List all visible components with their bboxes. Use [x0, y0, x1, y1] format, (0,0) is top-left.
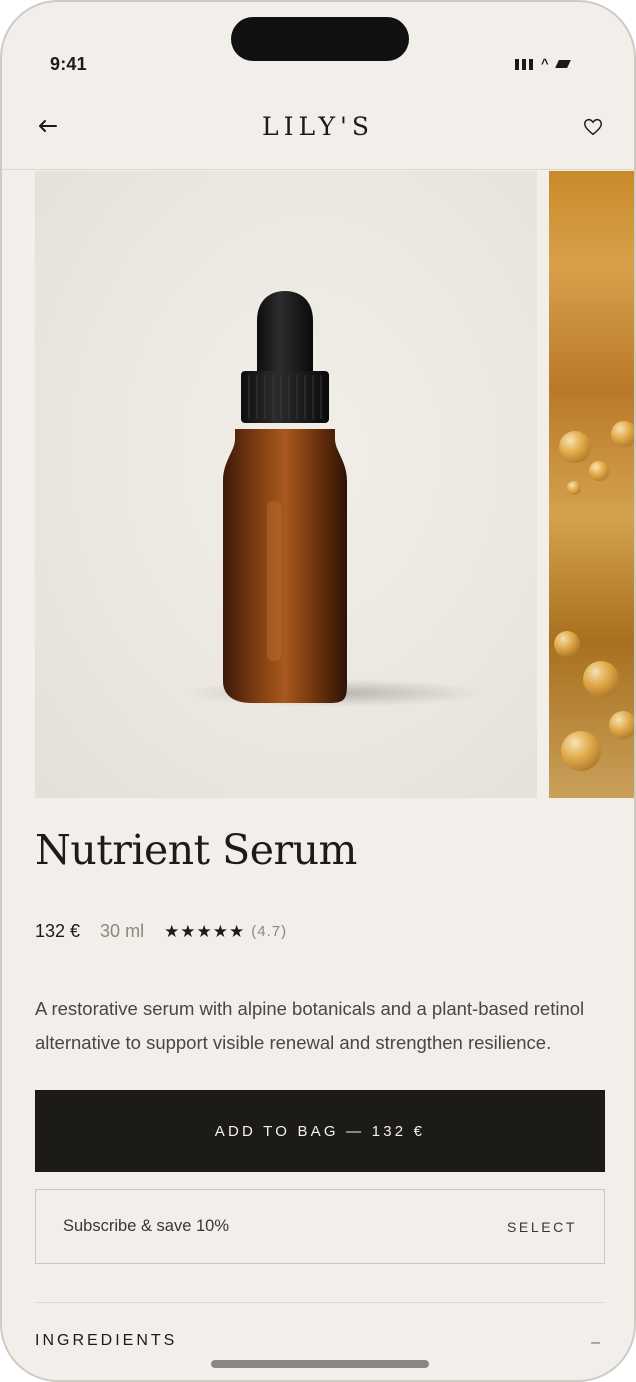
star-rating-icon: ★★★★★ — [164, 921, 246, 942]
wifi-icon: ^ — [541, 56, 549, 71]
section-divider — [35, 1302, 605, 1303]
status-icons: ^ — [515, 56, 571, 72]
product-title: Nutrient Serum — [35, 826, 357, 874]
product-description: A restorative serum with alpine botanica… — [35, 998, 585, 1053]
ingredients-label: INGREDIENTS — [35, 1332, 178, 1349]
product-texture-image — [549, 171, 634, 798]
heart-icon[interactable] — [582, 116, 604, 138]
status-time: 9:41 — [50, 54, 87, 74]
product-meta: 132 € 30 ml ★★★★★ (4.7) — [35, 921, 287, 942]
cellular-signal-icon — [515, 58, 533, 70]
collapse-icon[interactable]: – — [591, 1334, 600, 1352]
dynamic-island — [231, 17, 409, 61]
product-size: 30 ml — [100, 921, 145, 941]
add-to-bag-button[interactable]: ADD TO BAG — 132 € — [35, 1090, 605, 1172]
product-image-carousel[interactable] — [35, 171, 634, 798]
brand-logo[interactable]: LILY'S — [2, 112, 634, 141]
subscribe-select-button[interactable]: SELECT — [507, 1219, 577, 1235]
rating-value: (4.7) — [251, 923, 288, 940]
subscribe-option[interactable]: Subscribe & save 10% SELECT — [35, 1189, 605, 1264]
subscribe-label: Subscribe & save 10% — [63, 1217, 230, 1235]
top-nav: LILY'S — [2, 94, 634, 170]
product-price: 132 € — [35, 921, 81, 941]
product-rating[interactable]: ★★★★★ (4.7) — [164, 922, 287, 942]
battery-icon — [554, 60, 571, 68]
ingredients-accordion[interactable]: INGREDIENTS – — [35, 1332, 605, 1356]
product-image — [35, 171, 537, 798]
home-indicator[interactable] — [211, 1360, 429, 1368]
dropper-bottle-illustration — [185, 291, 485, 707]
phone-frame: 9:41 ^ LILY'S Nutrient Serum 132 € 30 ml… — [0, 0, 636, 1382]
